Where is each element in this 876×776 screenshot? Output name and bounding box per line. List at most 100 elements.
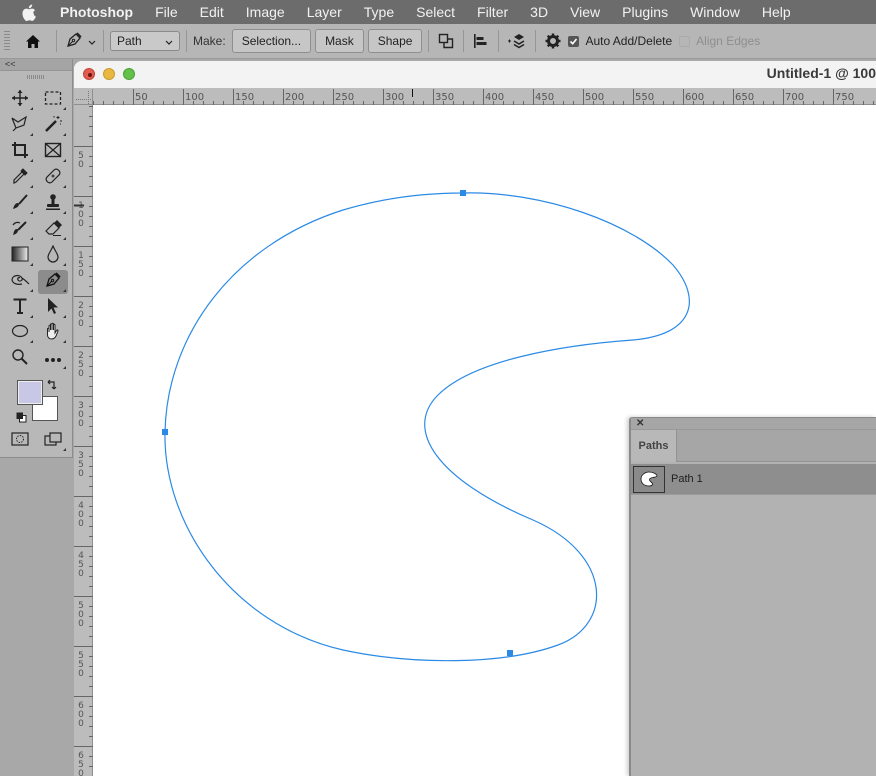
document-title-bar[interactable]: Untitled-1 @ 100: [74, 61, 876, 89]
anchor-point[interactable]: [460, 190, 466, 196]
ruler-label: 500: [585, 92, 604, 103]
anchor-point[interactable]: [507, 650, 513, 656]
minimize-window-button[interactable]: [103, 68, 115, 80]
home-icon[interactable]: [18, 26, 48, 56]
crop-tool[interactable]: [5, 140, 35, 164]
frame-tool[interactable]: [38, 140, 68, 164]
make-selection-button[interactable]: Selection...: [231, 29, 312, 53]
move-tool[interactable]: [5, 88, 35, 112]
auto-add-delete-label: Auto Add/Delete: [585, 34, 673, 48]
quick-mask-mode-button[interactable]: [5, 429, 35, 453]
vertical-ruler[interactable]: 50100150200250300350400450500550600650: [74, 105, 93, 776]
menu-help[interactable]: Help: [751, 0, 802, 24]
magic-wand-tool[interactable]: [38, 114, 68, 138]
path-list-item[interactable]: Path 1: [631, 464, 876, 495]
ruler-label: 150: [235, 92, 254, 103]
horizontal-ruler[interactable]: 50 100 150 200 250 300 350 400 450 500 550 600 650 70…: [74, 89, 876, 105]
menu-window[interactable]: Window: [679, 0, 751, 24]
ruler-label: 300: [385, 92, 404, 103]
more-tools[interactable]: [38, 347, 68, 371]
ruler-label: 0: [78, 160, 84, 170]
menu-layer[interactable]: Layer: [296, 0, 353, 24]
ruler-origin-crosshair-icon: [76, 91, 92, 104]
brush-tool[interactable]: [5, 192, 35, 216]
drop-icon: [46, 243, 60, 268]
menu-3d[interactable]: 3D: [519, 0, 559, 24]
menu-select[interactable]: Select: [405, 0, 466, 24]
crop-icon: [11, 141, 29, 164]
separator: [498, 30, 500, 52]
path-alignment-icon[interactable]: [470, 29, 492, 53]
zoom-window-button[interactable]: [123, 68, 135, 80]
make-shape-button[interactable]: Shape: [367, 29, 423, 53]
ellipse-tool[interactable]: [5, 321, 35, 345]
anchor-point[interactable]: [162, 429, 168, 435]
make-mask-button[interactable]: Mask: [315, 29, 364, 53]
zoom-tool[interactable]: [5, 347, 35, 371]
path-operations-icon[interactable]: [435, 29, 457, 53]
ruler-label: 450: [535, 92, 554, 103]
healing-brush-tool[interactable]: [38, 166, 68, 190]
history-brush-icon: [11, 219, 29, 242]
default-colors-icon[interactable]: [16, 410, 27, 428]
menu-type[interactable]: Type: [353, 0, 405, 24]
pen-tool-icon: [65, 31, 83, 52]
foreground-color-swatch-front[interactable]: [17, 380, 43, 405]
ruler-label: 0: [78, 419, 84, 429]
clone-stamp-tool[interactable]: [38, 192, 68, 216]
ellipsis-icon: [44, 350, 62, 368]
gradient-tool[interactable]: [5, 244, 35, 268]
panel-header[interactable]: ✕: [631, 418, 876, 430]
eraser-tool[interactable]: [38, 218, 68, 242]
ruler-label: 0: [78, 619, 84, 629]
eyedropper-tool[interactable]: [5, 166, 35, 190]
mode-dropdown[interactable]: Path: [110, 31, 180, 51]
menu-file[interactable]: File: [144, 0, 189, 24]
path-arrangement-icon[interactable]: [505, 29, 529, 53]
blur-tool[interactable]: [38, 243, 68, 268]
tab-paths[interactable]: Paths: [631, 430, 677, 462]
ruler-label: 0: [78, 519, 84, 529]
menu-app-name[interactable]: Photoshop: [50, 0, 144, 24]
auto-add-delete-checkbox[interactable]: [568, 35, 580, 47]
options-bar-grip[interactable]: [4, 31, 10, 51]
swap-colors-icon[interactable]: [47, 378, 59, 396]
tool-group-indicator: [63, 159, 66, 162]
pen-icon: [44, 271, 62, 294]
path-selection-tool[interactable]: [38, 296, 68, 320]
rectangular-marquee-tool[interactable]: [38, 88, 68, 112]
dodge-tool[interactable]: [5, 270, 35, 294]
ruler-origin[interactable]: [74, 89, 93, 105]
lasso-tool[interactable]: [5, 114, 35, 138]
tools-panel-drag-handle[interactable]: [27, 75, 45, 79]
eraser-icon: [44, 219, 62, 242]
document-title: Untitled-1 @ 100: [766, 65, 876, 81]
type-tool[interactable]: [5, 296, 35, 320]
ruler-label: 0: [78, 469, 84, 479]
close-window-button[interactable]: [83, 68, 95, 80]
pen-tool-preset-picker[interactable]: [63, 29, 97, 53]
history-brush-tool[interactable]: [5, 218, 35, 242]
apple-logo-icon[interactable]: [18, 0, 38, 24]
screen-mode-button[interactable]: [38, 429, 68, 453]
menu-edit[interactable]: Edit: [189, 0, 235, 24]
tool-group-indicator: [30, 159, 33, 162]
menu-plugins[interactable]: Plugins: [611, 0, 679, 24]
hand-tool[interactable]: [38, 321, 68, 345]
menu-view[interactable]: View: [559, 0, 611, 24]
path-1-outline[interactable]: [164, 192, 690, 662]
eyedropper-icon: [11, 167, 29, 190]
menu-image[interactable]: Image: [235, 0, 296, 24]
menu-filter[interactable]: Filter: [466, 0, 519, 24]
close-panel-icon[interactable]: ✕: [636, 418, 644, 430]
align-edges-label: Align Edges: [696, 34, 761, 48]
make-label: Make:: [193, 34, 226, 48]
tools-panel-collapse-button[interactable]: <<: [0, 59, 72, 71]
ruler-label: 0: [78, 669, 84, 679]
align-edges-checkbox[interactable]: [679, 35, 691, 47]
pen-tool[interactable]: [38, 270, 68, 294]
ruler-label: 550: [635, 92, 654, 103]
paths-panel: ✕ Paths Path 1: [629, 417, 876, 776]
ruler-label: 600: [685, 92, 704, 103]
gear-icon[interactable]: [542, 29, 564, 53]
